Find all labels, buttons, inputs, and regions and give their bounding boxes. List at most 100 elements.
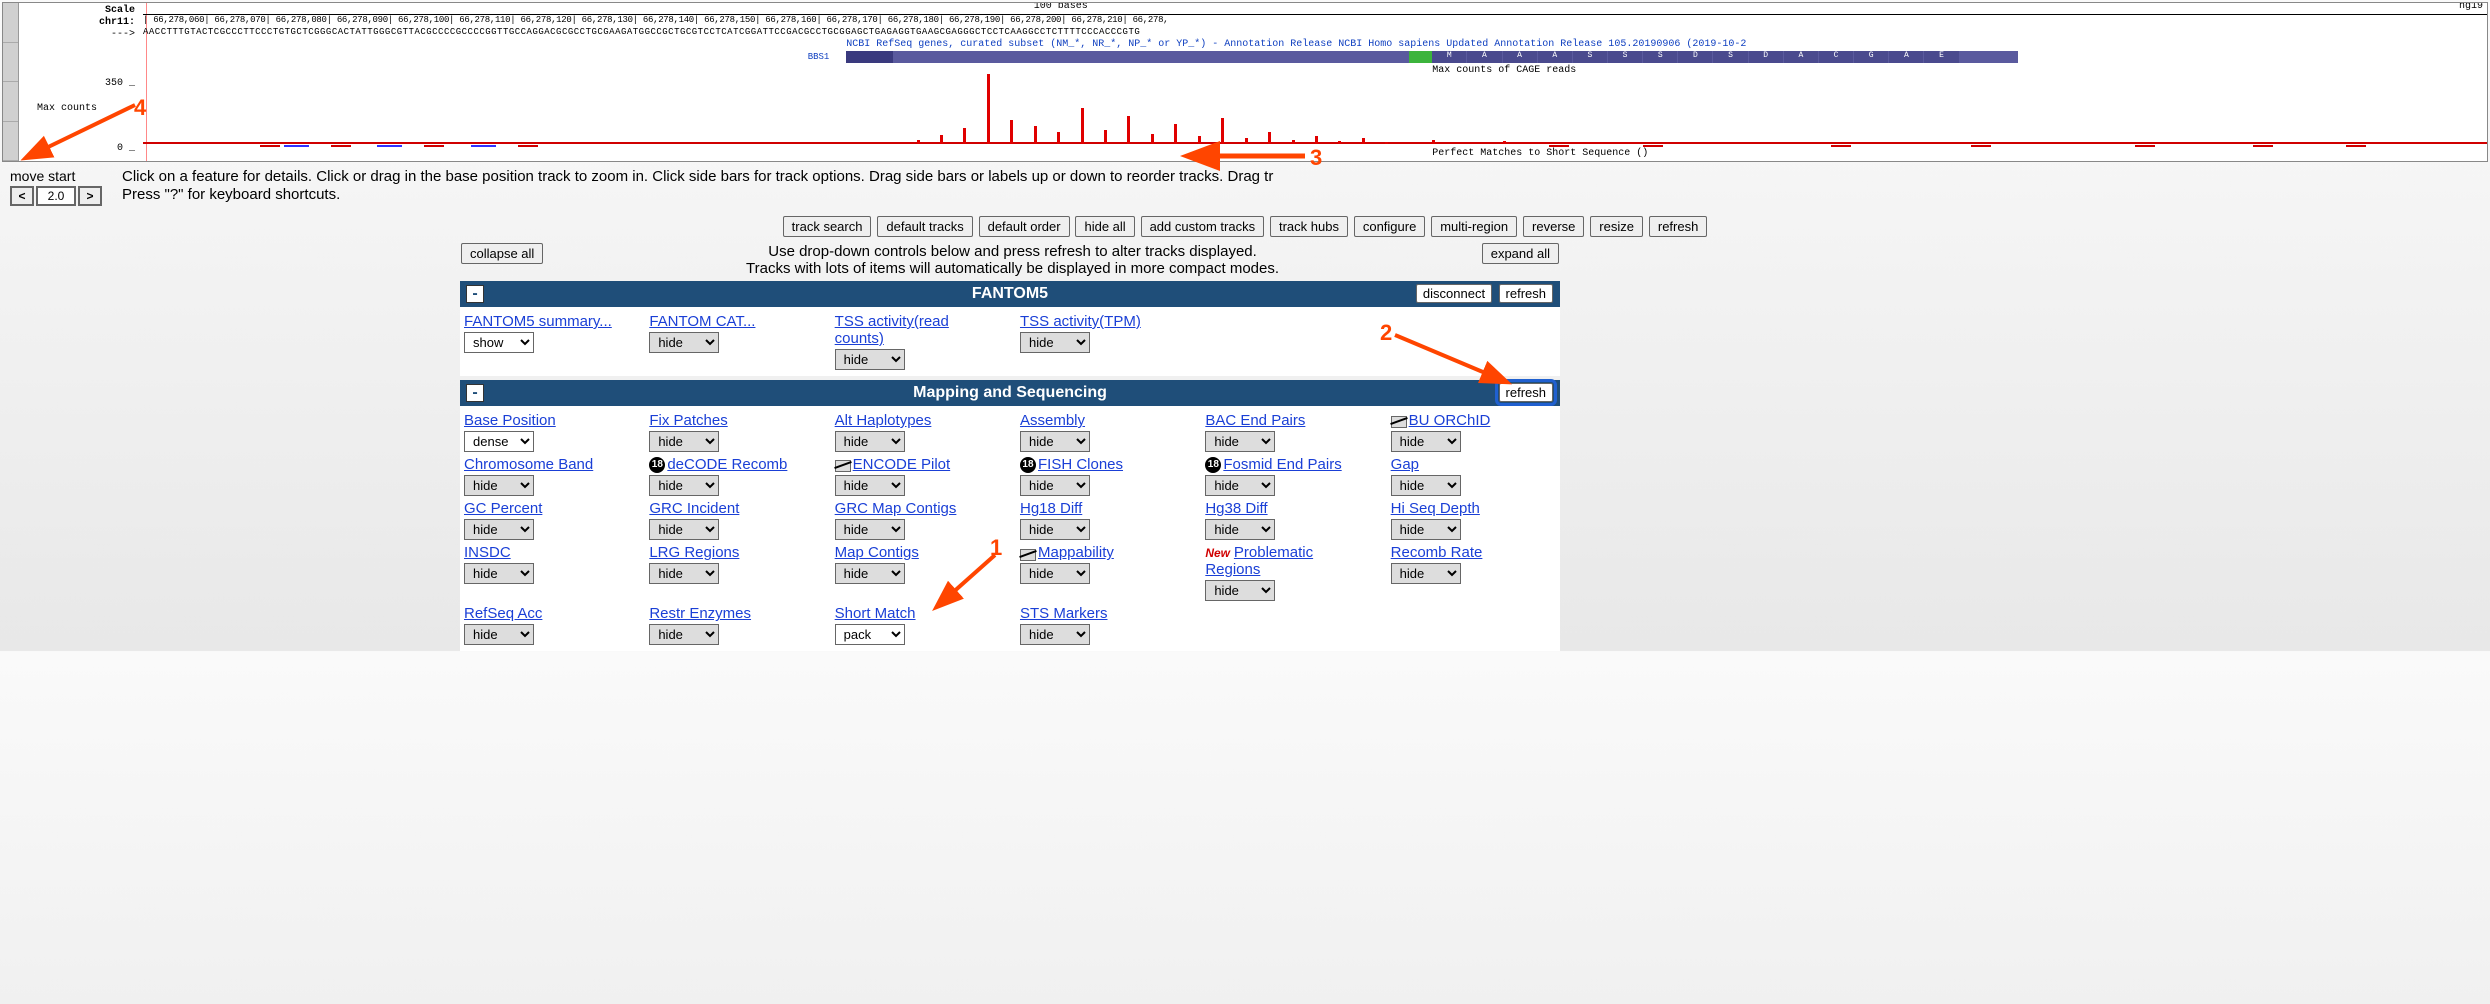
track-link[interactable]: Hi Seq Depth [1391, 500, 1480, 517]
track-link[interactable]: Map Contigs [835, 544, 919, 561]
visibility-select[interactable]: hide [835, 431, 905, 452]
visibility-select[interactable]: hide [464, 475, 534, 496]
add-custom-tracks-button[interactable]: add custom tracks [1141, 216, 1265, 237]
track-link[interactable]: GC Percent [464, 500, 542, 517]
track-link[interactable]: Fosmid End Pairs [1223, 456, 1341, 473]
visibility-select[interactable]: hide [1205, 580, 1275, 601]
visibility-select[interactable]: pack [835, 624, 905, 645]
visibility-select[interactable]: hide [464, 624, 534, 645]
track-cell: TSS activity(read counts)hide [835, 313, 1000, 370]
visibility-select[interactable]: hide [1391, 563, 1461, 584]
track-link[interactable]: Restr Enzymes [649, 605, 751, 622]
usage-hint: Click on a feature for details. Click or… [122, 168, 2480, 204]
track-link[interactable]: deCODE Recomb [667, 456, 787, 473]
move-right-button[interactable]: > [78, 186, 102, 206]
track-link[interactable]: FANTOM5 summary... [464, 313, 612, 330]
track-link[interactable]: BU ORChID [1409, 412, 1491, 429]
configure-button[interactable]: configure [1354, 216, 1425, 237]
resize-button[interactable]: resize [1590, 216, 1643, 237]
visibility-select[interactable]: hide [1205, 519, 1275, 540]
track-link[interactable]: FANTOM CAT... [649, 313, 755, 330]
visibility-select[interactable]: hide [835, 475, 905, 496]
track-link[interactable]: RefSeq Acc [464, 605, 542, 622]
track-link[interactable]: ENCODE Pilot [853, 456, 951, 473]
visibility-select[interactable]: hide [1020, 431, 1090, 452]
visibility-select[interactable]: hide [1391, 431, 1461, 452]
collapse-all-button[interactable]: collapse all [461, 243, 543, 264]
default-tracks-button[interactable]: default tracks [877, 216, 972, 237]
visibility-select[interactable]: hide [1391, 519, 1461, 540]
ruler-track[interactable]: 100 bases hg19 [143, 3, 2487, 15]
default-order-button[interactable]: default order [979, 216, 1070, 237]
track-link[interactable]: STS Markers [1020, 605, 1108, 622]
expand-all-button[interactable]: expand all [1482, 243, 1559, 264]
reverse-button[interactable]: reverse [1523, 216, 1584, 237]
track-link[interactable]: TSS activity(TPM) [1020, 313, 1141, 330]
visibility-select[interactable]: hide [835, 563, 905, 584]
cage-bar [1127, 116, 1130, 144]
track-link[interactable]: GRC Incident [649, 500, 739, 517]
visibility-select[interactable]: show [464, 332, 534, 353]
group-collapse-toggle[interactable]: - [466, 384, 484, 402]
track-area[interactable]: 100 bases hg19 | 66,278,060| 66,278,070|… [143, 3, 2487, 161]
side-bar-segment[interactable] [3, 122, 18, 162]
track-link[interactable]: LRG Regions [649, 544, 739, 561]
visibility-select[interactable]: hide [835, 349, 905, 370]
group-collapse-toggle[interactable]: - [466, 285, 484, 303]
visibility-select[interactable]: hide [649, 431, 719, 452]
cage-bar [1081, 108, 1084, 144]
visibility-select[interactable]: hide [1020, 519, 1090, 540]
visibility-select[interactable]: hide [1020, 475, 1090, 496]
visibility-select[interactable]: hide [464, 563, 534, 584]
disconnect-button[interactable]: disconnect [1416, 284, 1492, 303]
visibility-select[interactable]: hide [1020, 332, 1090, 353]
visibility-select[interactable]: hide [649, 332, 719, 353]
visibility-select[interactable]: hide [649, 624, 719, 645]
track-link[interactable]: Hg38 Diff [1205, 500, 1267, 517]
gene-name-label[interactable]: BBS1 [799, 52, 829, 62]
refseq-track-title: NCBI RefSeq genes, curated subset (NM_*,… [846, 39, 1746, 50]
track-link[interactable]: GRC Map Contigs [835, 500, 957, 517]
track-link[interactable]: BAC End Pairs [1205, 412, 1305, 429]
visibility-select[interactable]: dense [464, 431, 534, 452]
track-link[interactable]: Gap [1391, 456, 1419, 473]
track-search-button[interactable]: track search [783, 216, 872, 237]
track-link[interactable]: Recomb Rate [1391, 544, 1483, 561]
track-link[interactable]: Mappability [1038, 544, 1114, 561]
track-link[interactable]: Alt Haplotypes [835, 412, 932, 429]
visibility-select[interactable]: hide [464, 519, 534, 540]
track-link[interactable]: INSDC [464, 544, 511, 561]
side-bar-segment[interactable] [3, 3, 18, 43]
move-amount-input[interactable] [36, 186, 76, 206]
hide-all-button[interactable]: hide all [1075, 216, 1134, 237]
track-link[interactable]: Assembly [1020, 412, 1085, 429]
track-link[interactable]: Chromosome Band [464, 456, 593, 473]
cage-wiggle-plot[interactable] [143, 75, 2487, 150]
track-hubs-button[interactable]: track hubs [1270, 216, 1348, 237]
visibility-select[interactable]: hide [835, 519, 905, 540]
visibility-select[interactable]: hide [1020, 563, 1090, 584]
visibility-select[interactable]: hide [1205, 431, 1275, 452]
refresh-button[interactable]: refresh [1649, 216, 1707, 237]
track-link[interactable]: Fix Patches [649, 412, 727, 429]
gene-model[interactable]: MAAASSSDSDACGAE [846, 51, 2018, 63]
side-bar-segment[interactable] [3, 82, 18, 122]
track-link[interactable]: FISH Clones [1038, 456, 1123, 473]
genome-browser-panel[interactable]: Scale chr11: ---> 350 _ 0 _ Max counts 1… [2, 2, 2488, 162]
track-link[interactable]: Hg18 Diff [1020, 500, 1082, 517]
group-refresh-button[interactable]: refresh [1499, 383, 1553, 402]
track-link[interactable]: Base Position [464, 412, 556, 429]
side-bar-segment[interactable] [3, 43, 18, 83]
track-link[interactable]: Short Match [835, 605, 916, 622]
group-refresh-button[interactable]: refresh [1499, 284, 1553, 303]
multi-region-button[interactable]: multi-region [1431, 216, 1517, 237]
track-side-bars[interactable] [3, 3, 19, 161]
visibility-select[interactable]: hide [649, 475, 719, 496]
move-left-button[interactable]: < [10, 186, 34, 206]
track-link[interactable]: TSS activity(read counts) [835, 313, 949, 347]
visibility-select[interactable]: hide [1020, 624, 1090, 645]
visibility-select[interactable]: hide [649, 519, 719, 540]
visibility-select[interactable]: hide [649, 563, 719, 584]
visibility-select[interactable]: hide [1205, 475, 1275, 496]
visibility-select[interactable]: hide [1391, 475, 1461, 496]
